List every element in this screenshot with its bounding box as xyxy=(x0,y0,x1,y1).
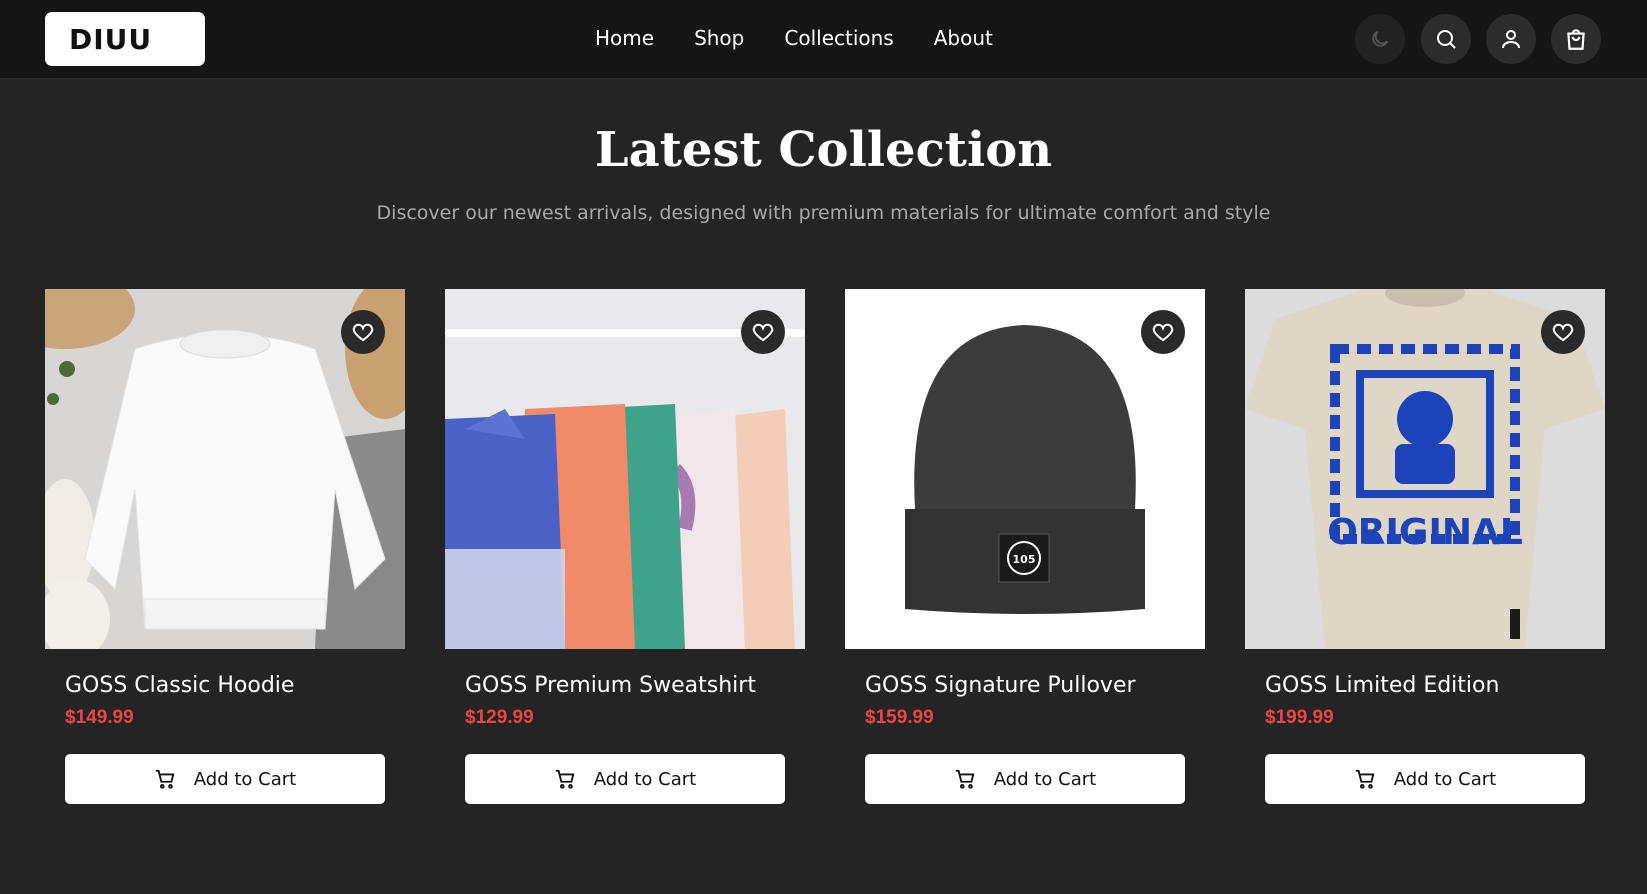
add-to-cart-button[interactable]: Add to Cart xyxy=(65,754,385,804)
product-image-hoodie[interactable] xyxy=(45,289,405,649)
cart-icon xyxy=(1355,769,1375,789)
product-name[interactable]: GOSS Classic Hoodie xyxy=(65,673,294,698)
heart-icon xyxy=(1552,323,1574,342)
account-button[interactable] xyxy=(1486,14,1536,64)
wishlist-button[interactable] xyxy=(1541,310,1585,354)
product-card[interactable]: 105 GOSS Signature Pullover $159.99 Add … xyxy=(845,289,1205,823)
search-icon xyxy=(1437,30,1456,49)
product-card[interactable]: GOSS Premium Sweatshirt $129.99 Add to C… xyxy=(445,289,805,823)
cart-button[interactable] xyxy=(1551,14,1601,64)
add-to-cart-button[interactable]: Add to Cart xyxy=(1265,754,1585,804)
product-name[interactable]: GOSS Premium Sweatshirt xyxy=(465,673,756,698)
add-to-cart-label: Add to Cart xyxy=(593,768,697,790)
wishlist-button[interactable] xyxy=(741,310,785,354)
product-name[interactable]: GOSS Signature Pullover xyxy=(865,673,1136,698)
main-nav: Home Shop Collections About xyxy=(595,26,993,50)
product-card[interactable]: ORIGINAL GOSS Limited Edition $199.99 Ad… xyxy=(1245,289,1605,823)
user-icon xyxy=(1502,30,1520,49)
product-image-sweatshirt[interactable] xyxy=(445,289,805,649)
heart-icon xyxy=(1152,323,1174,342)
nav-shop[interactable]: Shop xyxy=(694,26,744,50)
product-image-beanie[interactable]: 105 xyxy=(845,289,1205,649)
heart-icon xyxy=(352,323,374,342)
cart-icon xyxy=(155,769,175,789)
cart-icon xyxy=(555,769,575,789)
logo-text: DIUU xyxy=(69,22,153,56)
add-to-cart-button[interactable]: Add to Cart xyxy=(465,754,785,804)
theme-toggle-button[interactable] xyxy=(1355,14,1405,64)
section-title: Latest Collection xyxy=(594,122,1053,178)
add-to-cart-label: Add to Cart xyxy=(1393,768,1497,790)
product-price: $199.99 xyxy=(1265,707,1334,728)
search-button[interactable] xyxy=(1421,14,1471,64)
product-image-tshirt[interactable]: ORIGINAL xyxy=(1245,289,1605,649)
site-header: DIUU Home Shop Collections About xyxy=(0,0,1647,79)
product-card[interactable]: GOSS Classic Hoodie $149.99 Add to Cart xyxy=(45,289,405,823)
nav-about[interactable]: About xyxy=(934,26,993,50)
add-to-cart-label: Add to Cart xyxy=(993,768,1097,790)
add-to-cart-label: Add to Cart xyxy=(193,768,297,790)
nav-home[interactable]: Home xyxy=(595,26,654,50)
shopping-bag-icon xyxy=(1567,29,1585,50)
add-to-cart-button[interactable]: Add to Cart xyxy=(865,754,1185,804)
product-price: $149.99 xyxy=(65,707,134,728)
product-price: $129.99 xyxy=(465,707,534,728)
tshirt-print-text: ORIGINAL xyxy=(1327,512,1523,553)
product-price: $159.99 xyxy=(865,707,934,728)
heart-icon xyxy=(752,323,774,342)
wishlist-button[interactable] xyxy=(1141,310,1185,354)
section-subtitle: Discover our newest arrivals, designed w… xyxy=(376,202,1271,224)
site-logo[interactable]: DIUU xyxy=(45,12,205,66)
moon-icon xyxy=(1372,30,1389,47)
nav-collections[interactable]: Collections xyxy=(784,26,893,50)
cart-icon xyxy=(955,769,975,789)
beanie-patch-text: 105 xyxy=(1013,553,1036,566)
wishlist-button[interactable] xyxy=(341,310,385,354)
product-name[interactable]: GOSS Limited Edition xyxy=(1265,673,1499,698)
